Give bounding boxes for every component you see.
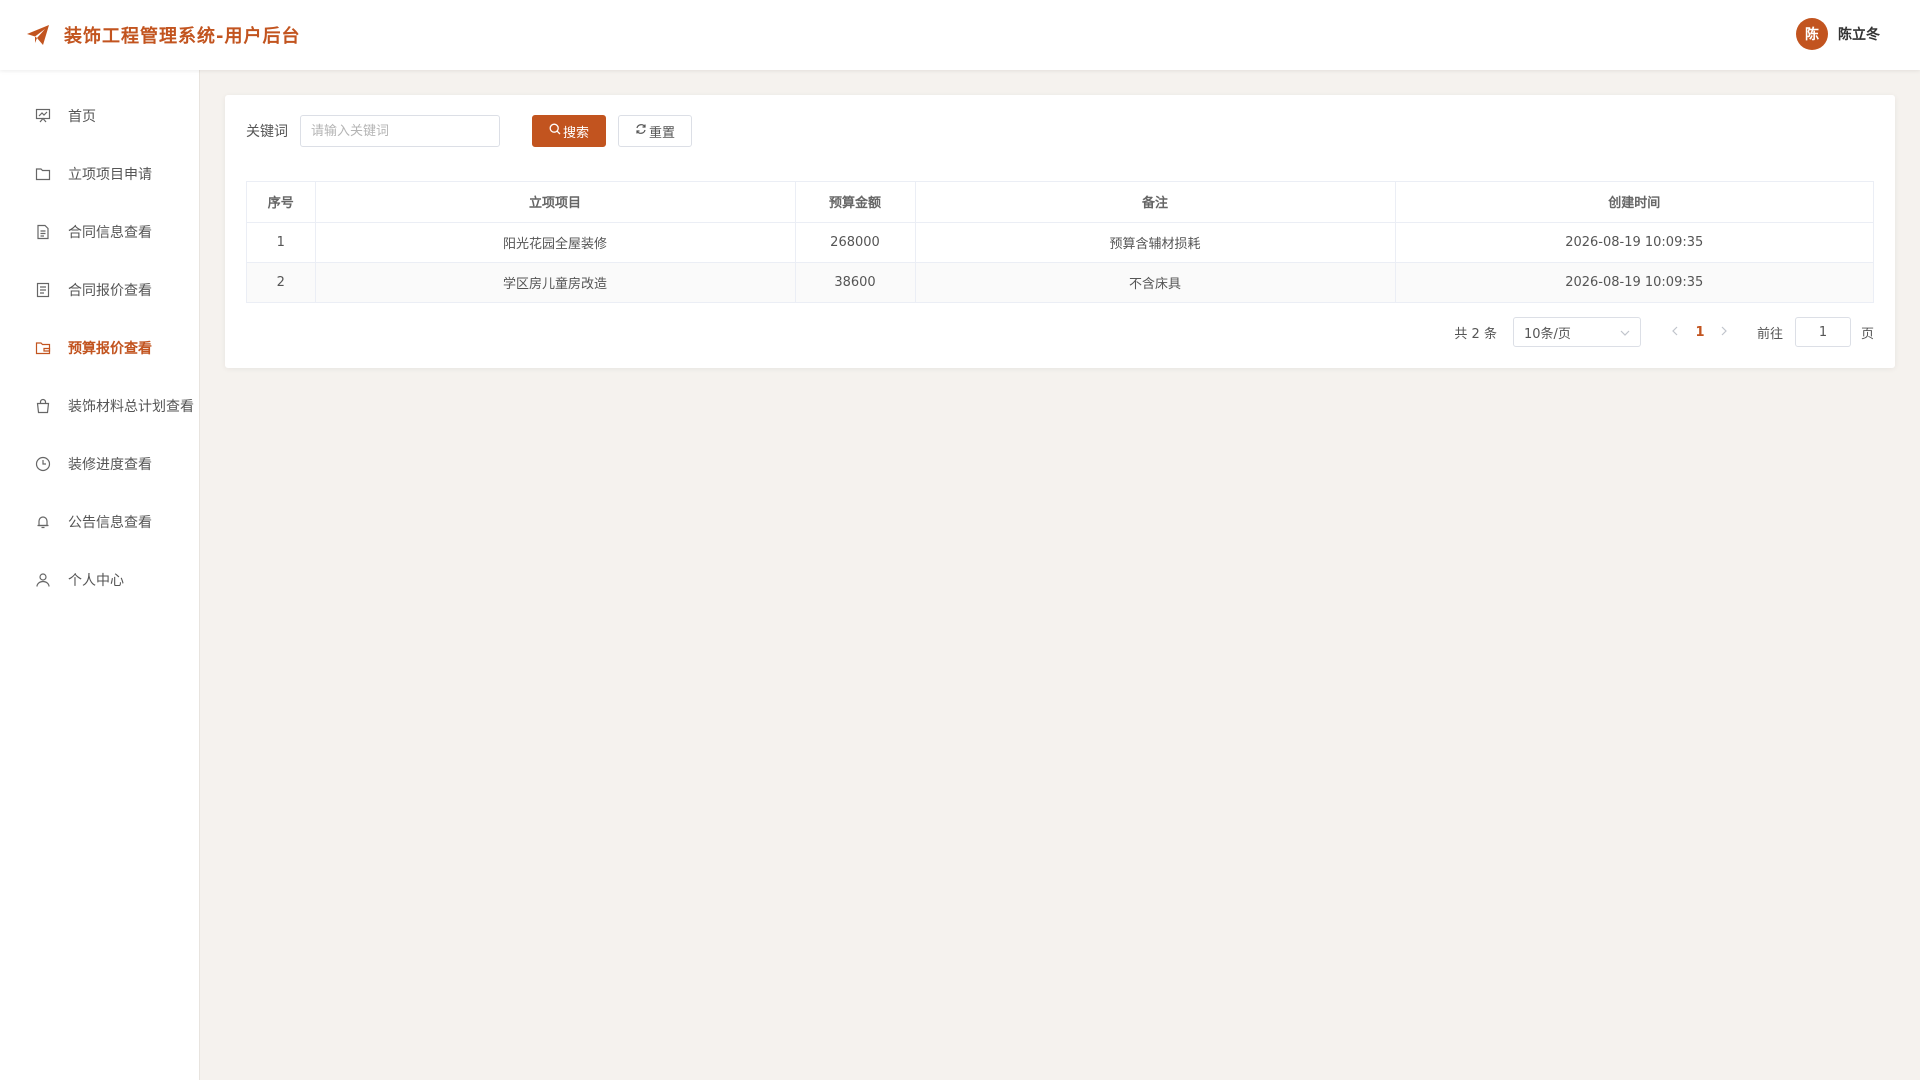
sidebar-item-label: 个人中心 <box>68 573 124 589</box>
column-header-budget[interactable]: 预算金额 <box>795 182 916 223</box>
sidebar-item-label: 合同信息查看 <box>68 225 152 241</box>
cell-budget: 38600 <box>795 262 916 302</box>
column-header-project[interactable]: 立项项目 <box>315 182 796 223</box>
folder-icon <box>34 165 52 183</box>
search-bar: 关键词 搜索 重置 <box>246 115 692 147</box>
user-icon <box>34 571 52 589</box>
table-row[interactable]: 1 阳光花园全屋装修 268000 预算含辅材损耗 2026-08-19 10:… <box>247 222 1873 263</box>
prev-page-button[interactable] <box>1665 324 1685 340</box>
keyword-label: 关键词 <box>246 124 288 140</box>
sidebar-item-label: 首页 <box>68 109 96 125</box>
presentation-icon <box>34 107 52 125</box>
cell-remark: 不含床具 <box>915 262 1396 302</box>
page-number-current[interactable]: 1 <box>1685 325 1715 340</box>
refresh-icon <box>635 123 649 139</box>
column-header-created[interactable]: 创建时间 <box>1395 182 1873 223</box>
app-title: 装饰工程管理系统-用户后台 <box>64 26 301 47</box>
cell-project: 阳光花园全屋装修 <box>315 222 796 263</box>
reset-button[interactable]: 重置 <box>618 115 692 147</box>
total-count: 共 2 条 <box>1454 326 1497 342</box>
next-page-button[interactable] <box>1715 324 1735 340</box>
chevron-right-icon <box>1722 326 1728 336</box>
cell-created: 2026-08-19 10:09:35 <box>1395 262 1873 302</box>
sidebar-item-material-plan[interactable]: 装饰材料总计划查看 <box>0 377 199 435</box>
cell-budget: 268000 <box>795 222 916 263</box>
sidebar-item-contract-quote[interactable]: 合同报价查看 <box>0 261 199 319</box>
goto-page-input[interactable] <box>1794 317 1851 347</box>
cell-project: 学区房儿童房改造 <box>315 262 796 302</box>
page-size-select[interactable]: 10条/页 <box>1512 317 1641 347</box>
sidebar-item-progress[interactable]: 装修进度查看 <box>0 435 199 493</box>
clock-icon <box>34 455 52 473</box>
sidebar-item-label: 合同报价查看 <box>68 283 152 299</box>
sidebar-item-announcements[interactable]: 公告信息查看 <box>0 493 199 551</box>
column-header-index[interactable]: 序号 <box>247 182 316 223</box>
sidebar-item-label: 立项项目申请 <box>68 167 152 183</box>
table-row[interactable]: 2 学区房儿童房改造 38600 不含床具 2026-08-19 10:09:3… <box>247 262 1873 302</box>
data-table: 序号 立项项目 预算金额 备注 创建时间 1 阳光花园全屋装修 268000 预… <box>246 181 1874 303</box>
cell-index: 2 <box>247 262 316 302</box>
page-unit-label: 页 <box>1860 326 1874 342</box>
keyword-input[interactable] <box>300 115 500 147</box>
sidebar-item-label: 公告信息查看 <box>68 515 152 531</box>
sidebar-item-profile[interactable]: 个人中心 <box>0 551 199 609</box>
sidebar-item-label: 装修进度查看 <box>68 457 152 473</box>
cell-index: 1 <box>247 222 316 263</box>
sidebar-item-project-application[interactable]: 立项项目申请 <box>0 145 199 203</box>
avatar[interactable]: 陈 <box>1796 18 1828 50</box>
bell-icon <box>34 513 52 531</box>
tickets-icon <box>34 281 52 299</box>
pagination: 共 2 条 10条/页 1 前往 页 <box>1454 317 1874 347</box>
search-button-label: 搜索 <box>562 125 589 141</box>
chevron-down-icon <box>1620 325 1630 340</box>
table-header-row: 序号 立项项目 预算金额 备注 创建时间 <box>247 182 1873 223</box>
cell-created: 2026-08-19 10:09:35 <box>1395 222 1873 263</box>
goto-label: 前往 <box>1756 326 1783 342</box>
search-icon <box>549 123 563 139</box>
user-menu[interactable]: 陈 陈立冬 <box>1796 18 1880 50</box>
sidebar-item-budget-quote[interactable]: 预算报价查看 <box>0 319 199 377</box>
sidebar-item-label: 预算报价查看 <box>68 341 152 357</box>
sidebar-item-label: 装饰材料总计划查看 <box>68 399 194 415</box>
content-card: 关键词 搜索 重置 序号 <box>225 95 1895 368</box>
page-size-value: 10条/页 <box>1523 326 1571 342</box>
paper-plane-icon <box>25 22 51 48</box>
brand[interactable]: 装饰工程管理系统-用户后台 <box>25 22 300 48</box>
sidebar-item-contract-info[interactable]: 合同信息查看 <box>0 203 199 261</box>
search-button[interactable]: 搜索 <box>532 115 606 147</box>
folder-open-icon <box>34 339 52 357</box>
chevron-left-icon <box>1672 326 1678 336</box>
reset-button-label: 重置 <box>648 125 675 141</box>
sidebar-item-home[interactable]: 首页 <box>0 87 199 145</box>
cell-remark: 预算含辅材损耗 <box>915 222 1396 263</box>
sidebar: 首页 立项项目申请 合同信息查看 合同报价查看 预算报价查看 装饰材料总计划查看 <box>0 70 200 1080</box>
top-header: 装饰工程管理系统-用户后台 陈 陈立冬 <box>0 0 1920 70</box>
column-header-remark[interactable]: 备注 <box>915 182 1396 223</box>
document-icon <box>34 223 52 241</box>
shopping-bag-icon <box>34 397 52 415</box>
user-name[interactable]: 陈立冬 <box>1838 24 1880 44</box>
